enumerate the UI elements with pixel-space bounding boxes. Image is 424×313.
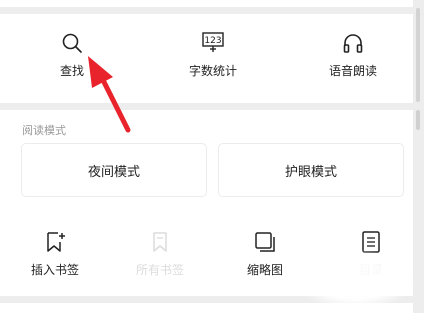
headphones-icon — [308, 31, 398, 55]
word-count-label: 字数统计 — [188, 64, 237, 78]
night-mode-label: 夜间模式 — [87, 164, 140, 180]
find-label: 查找 — [59, 64, 84, 78]
reading-mode-section-label: 阅读模式 — [22, 124, 66, 137]
insert-bookmark-label: 插入书签 — [30, 263, 79, 277]
word-count-icon: 123 — [168, 31, 258, 55]
tts-label: 语音朗读 — [328, 64, 377, 78]
all-bookmarks-label: 所有书签 — [135, 263, 184, 277]
bookmark-add-icon — [10, 230, 100, 254]
watermark-overlay — [296, 250, 414, 310]
scrollbar-thumb[interactable] — [416, 110, 420, 130]
eye-care-mode-label: 护眼模式 — [284, 164, 337, 180]
search-icon — [27, 31, 117, 55]
eye-care-mode-button[interactable]: 护眼模式 — [218, 143, 404, 197]
top-panel — [0, 0, 413, 7]
tools-panel — [0, 14, 413, 103]
scrollbar[interactable] — [416, 8, 420, 102]
svg-text:123: 123 — [204, 36, 221, 46]
bookmarks-icon — [115, 230, 205, 254]
night-mode-button[interactable]: 夜间模式 — [21, 143, 207, 197]
